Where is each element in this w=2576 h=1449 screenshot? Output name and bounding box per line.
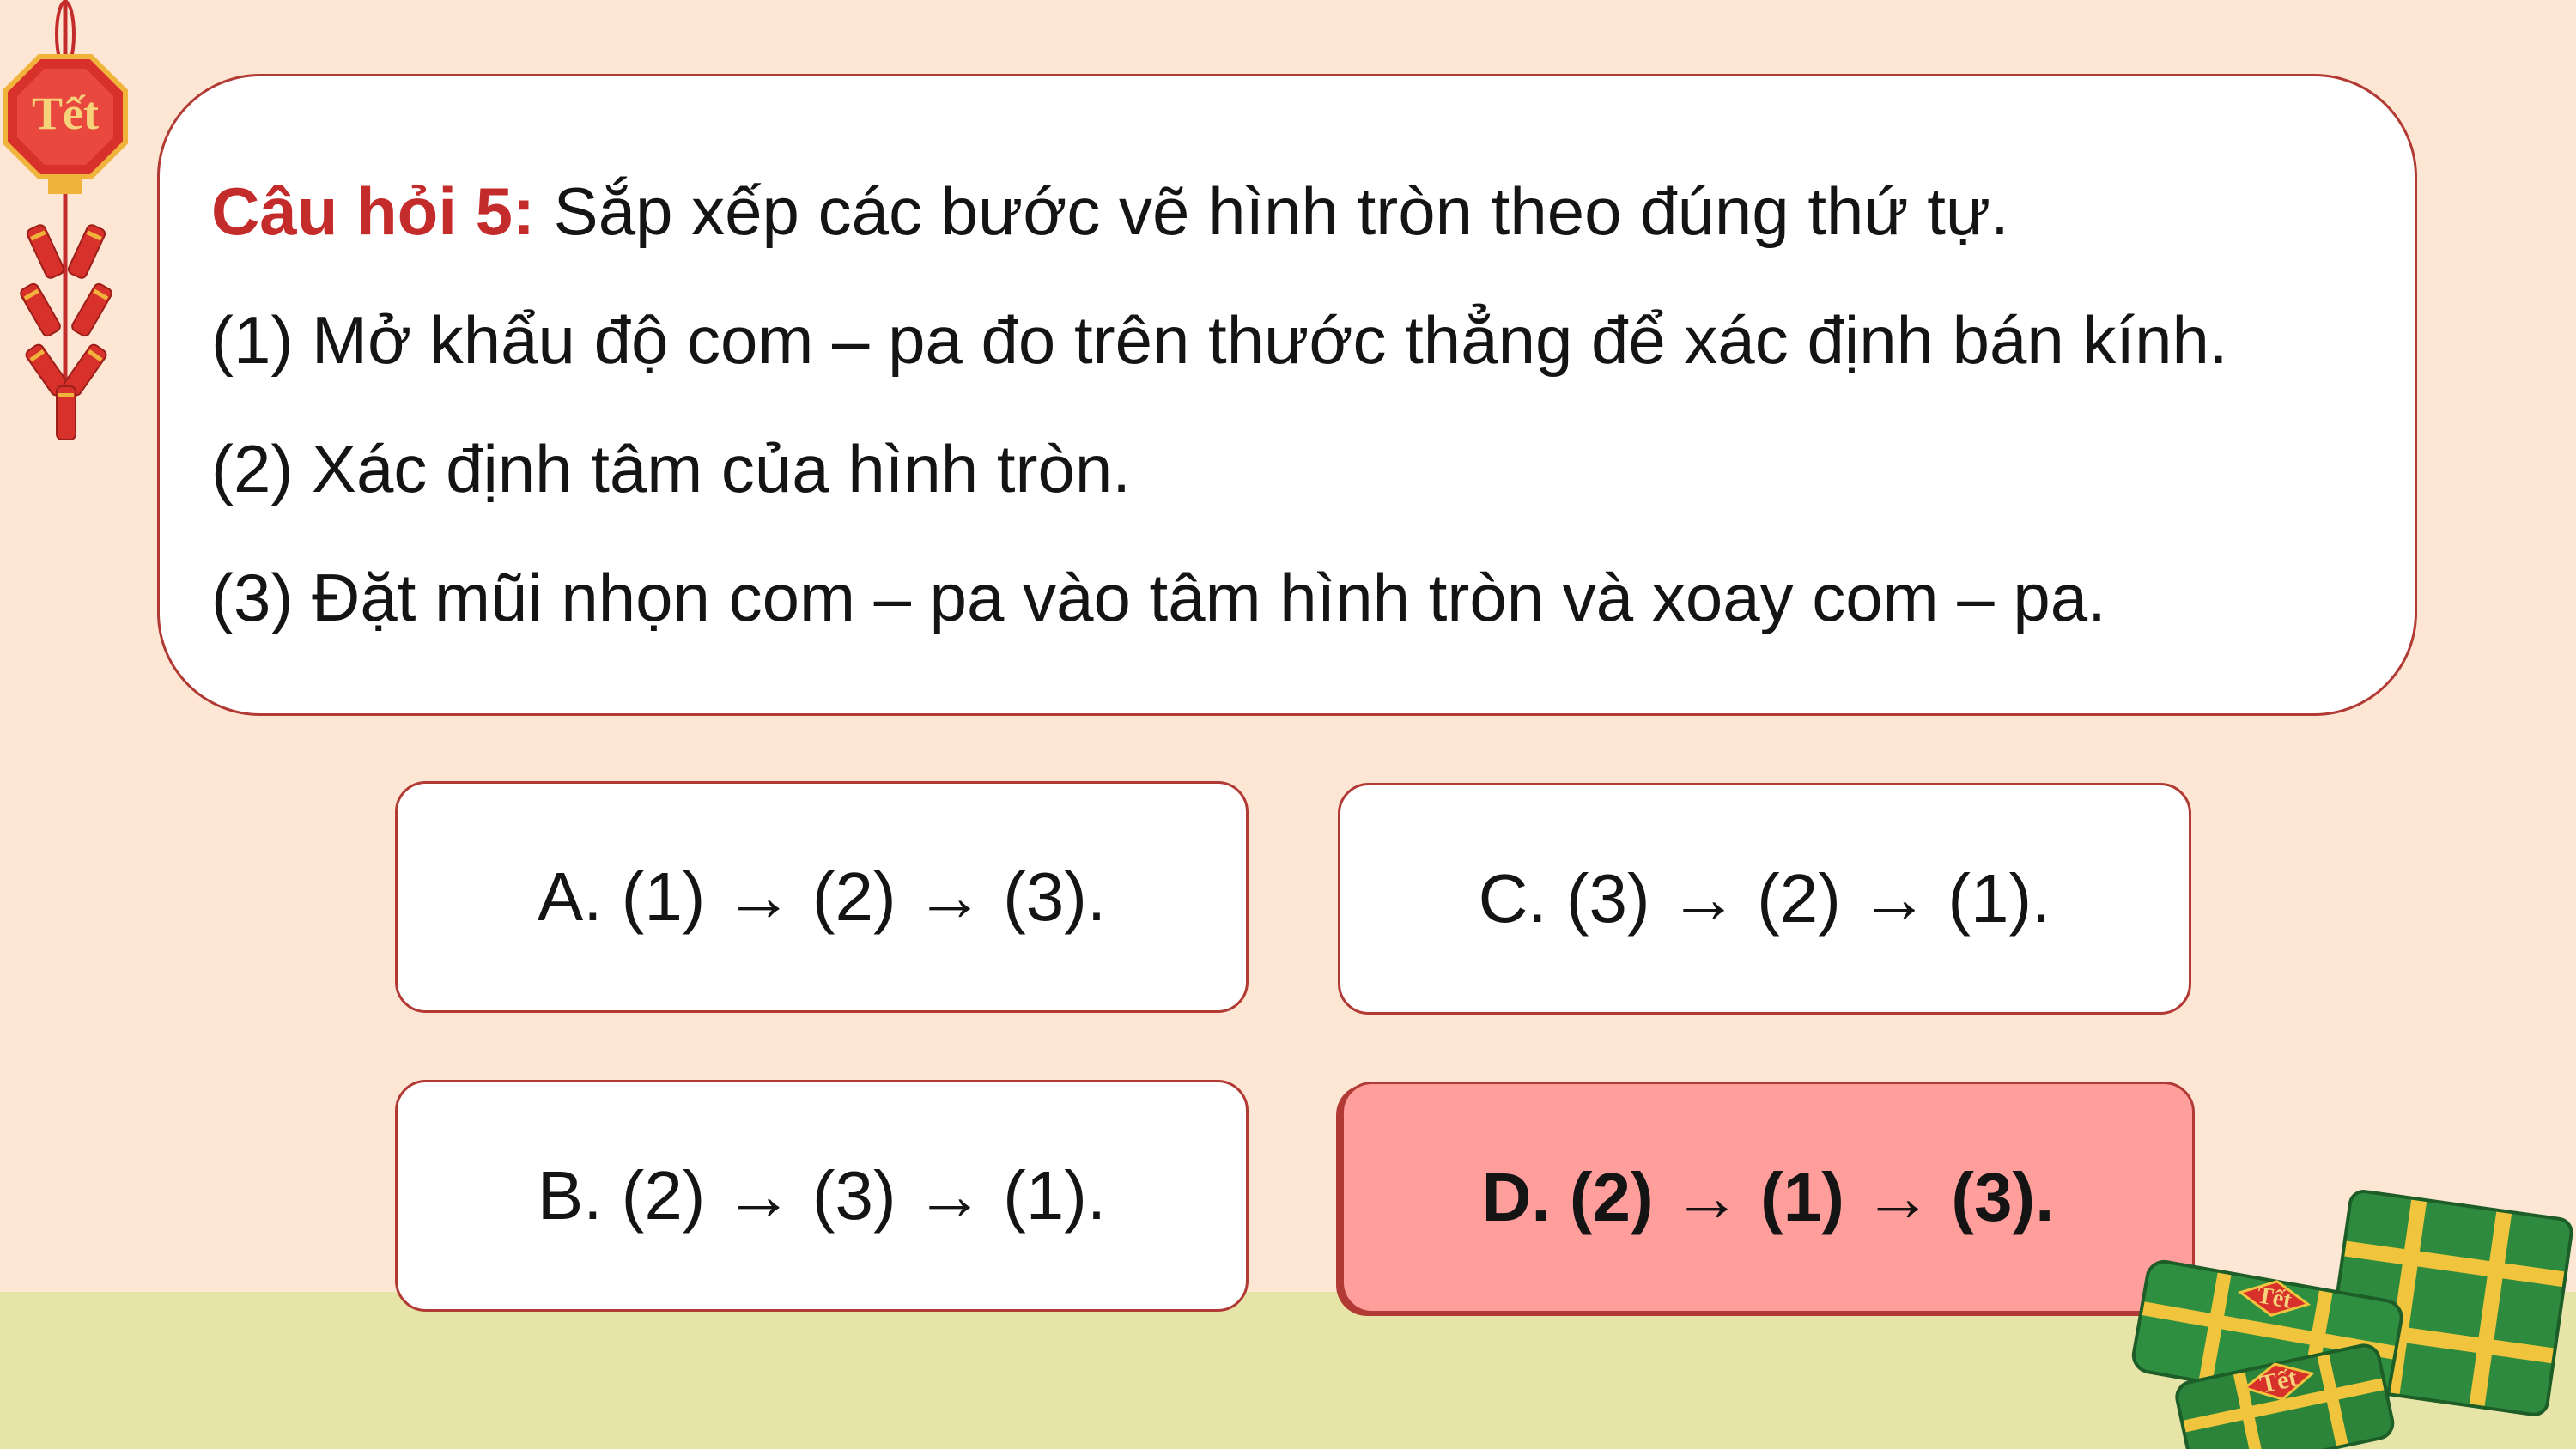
question-card: Câu hỏi 5: Sắp xếp các bước vẽ hình tròn… xyxy=(157,74,2417,716)
answer-c-button[interactable]: C. (3) → (2) → (1). xyxy=(1338,783,2191,1015)
step-3: (3) Đặt mũi nhọn com – pa vào tâm hình t… xyxy=(211,560,2106,635)
question-text: Sắp xếp các bước vẽ hình tròn theo đúng … xyxy=(535,173,2009,249)
firecracker-decoration: Tết xyxy=(3,0,128,440)
question-label: Câu hỏi 5: xyxy=(211,173,536,249)
tet-logo-text: Tết xyxy=(32,88,99,139)
answer-b-button[interactable]: B. (2) → (3) → (1). xyxy=(395,1080,1249,1312)
banh-chung-decoration: Tết Tết xyxy=(2131,1190,2573,1449)
answer-d-button[interactable]: D. (2) → (1) → (3). xyxy=(1341,1082,2195,1313)
answer-a-button[interactable]: A. (1) → (2) → (3). xyxy=(395,781,1249,1013)
step-1: (1) Mở khẩu độ com – pa đo trên thước th… xyxy=(211,302,2228,378)
step-2: (2) Xác định tâm của hình tròn. xyxy=(211,431,1131,506)
question-title: Câu hỏi 5: Sắp xếp các bước vẽ hình tròn… xyxy=(211,173,2009,251)
